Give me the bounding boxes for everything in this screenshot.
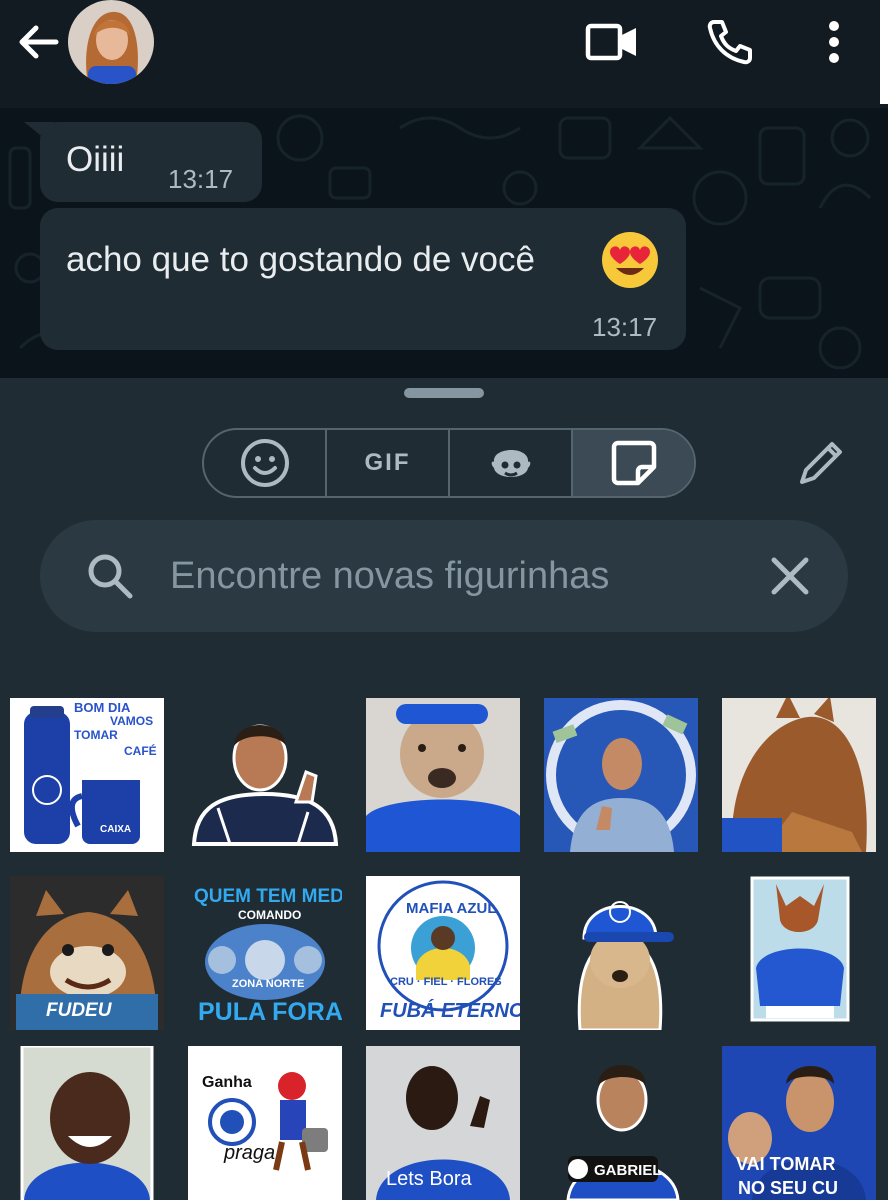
sticker-man-laughing[interactable] — [10, 1046, 164, 1200]
video-call-icon[interactable] — [584, 14, 640, 70]
gif-label: GIF — [364, 449, 411, 476]
sticker-text: CRU · FIEL · FLORES — [390, 976, 502, 988]
message-text: acho que to gostando de você — [66, 240, 535, 279]
sticker-text: NO SEU CU — [738, 1178, 839, 1198]
sticker-thermos-mug[interactable]: BOM DIA VAMOS TOMAR CAFÉ CAIXA — [10, 698, 164, 852]
sticker-search-input[interactable] — [170, 540, 750, 612]
close-icon[interactable] — [760, 546, 820, 606]
sticker-art — [546, 700, 696, 852]
back-arrow-icon[interactable] — [14, 18, 62, 66]
sticker-text: ZONA NORTE — [232, 978, 305, 990]
sticker-art — [20, 1046, 154, 1200]
bubble-tail — [24, 122, 54, 146]
sticker-man-money[interactable] — [544, 698, 698, 852]
sticker-text: COMANDO — [238, 908, 302, 922]
phone-call-icon[interactable] — [702, 14, 758, 70]
sticker-boy-thumbs-up[interactable] — [188, 698, 342, 852]
sticker-fox-mascot-jersey[interactable] — [722, 876, 876, 1030]
sticker-text: MAFIA AZUL — [406, 900, 497, 917]
tab-avatar[interactable] — [450, 430, 573, 496]
sticker-art — [366, 704, 520, 852]
sticker-art — [722, 698, 876, 852]
sticker-text: CAFÉ — [124, 744, 157, 758]
sticker-text: PULA FORA — [198, 998, 342, 1026]
search-icon — [84, 550, 136, 602]
sticker-text: QUEM TEM MEDO — [194, 886, 342, 907]
sticker-text: Ganha — [202, 1074, 252, 1091]
message-time: 13:17 — [168, 164, 234, 194]
sticker-text: VAI TOMAR — [736, 1154, 836, 1174]
sticker-text: CAIXA — [100, 824, 132, 835]
message-bubble-1[interactable]: Oiiii 13:17 — [40, 122, 262, 202]
tab-gif[interactable]: GIF — [327, 430, 450, 496]
sticker-mafia-azul[interactable]: MAFIA AZUL CRU · FIEL · FLORES FUBÁ ETER… — [366, 876, 520, 1030]
sticker-text: GABRIEL — [594, 1162, 662, 1179]
emoji-icon — [240, 439, 289, 487]
tab-stickers[interactable] — [573, 430, 694, 496]
sticker-search-bar — [40, 520, 848, 632]
message-text: Oiiii — [66, 140, 125, 179]
sticker-art — [728, 1066, 866, 1200]
sticker-text: Lets Bora — [386, 1168, 472, 1190]
edit-pencil-icon[interactable] — [792, 436, 848, 492]
more-options-icon[interactable] — [806, 14, 862, 70]
sticker-art — [191, 724, 339, 846]
sticker-text: FUBÁ ETERNO — [380, 1000, 520, 1022]
screen-edge — [880, 0, 888, 104]
sticker-text: VAMOS — [110, 714, 154, 728]
avatar-icon — [491, 450, 530, 477]
sticker-art — [208, 1072, 328, 1171]
sticker-vai-tomar[interactable]: VAI TOMAR NO SEU CU — [722, 1046, 876, 1200]
sticker-text: TOMAR — [74, 728, 118, 742]
drag-handle[interactable] — [404, 388, 484, 398]
sticker-fox-fudeu[interactable]: FUDEU — [10, 876, 164, 1030]
contact-avatar[interactable] — [68, 0, 154, 84]
chat-header — [0, 0, 888, 108]
message-bubble-2[interactable]: acho que to gostando de você 13:17 — [40, 208, 686, 350]
sticker-gabriel[interactable]: GABRIEL — [544, 1046, 698, 1200]
sticker-mascot-fox-hands[interactable] — [722, 698, 876, 852]
sticker-quem-tem-medo[interactable]: QUEM TEM MEDO COMANDO ZONA NORTE PULA FO… — [188, 876, 342, 1030]
tab-emoji[interactable] — [204, 430, 327, 496]
panel-tabs: GIF — [202, 428, 696, 498]
sticker-icon — [611, 440, 656, 486]
sticker-lets-bora[interactable]: Lets Bora — [366, 1046, 520, 1200]
sticker-text: FUDEU — [46, 1000, 112, 1021]
sticker-art — [750, 876, 850, 1022]
sticker-text: BOM DIA — [74, 700, 131, 715]
heart-eyes-emoji-icon — [600, 230, 660, 290]
sticker-ganha-praga[interactable]: Ganha praga — [188, 1046, 342, 1200]
sticker-art — [577, 901, 674, 1030]
chat-area[interactable]: Oiiii 13:17 acho que to gostando de você… — [0, 108, 888, 378]
sticker-dog-jersey[interactable] — [366, 698, 520, 852]
sticker-dog-cap[interactable] — [544, 876, 698, 1030]
sticker-text: praga — [224, 1142, 276, 1164]
message-time: 13:17 — [592, 312, 658, 342]
